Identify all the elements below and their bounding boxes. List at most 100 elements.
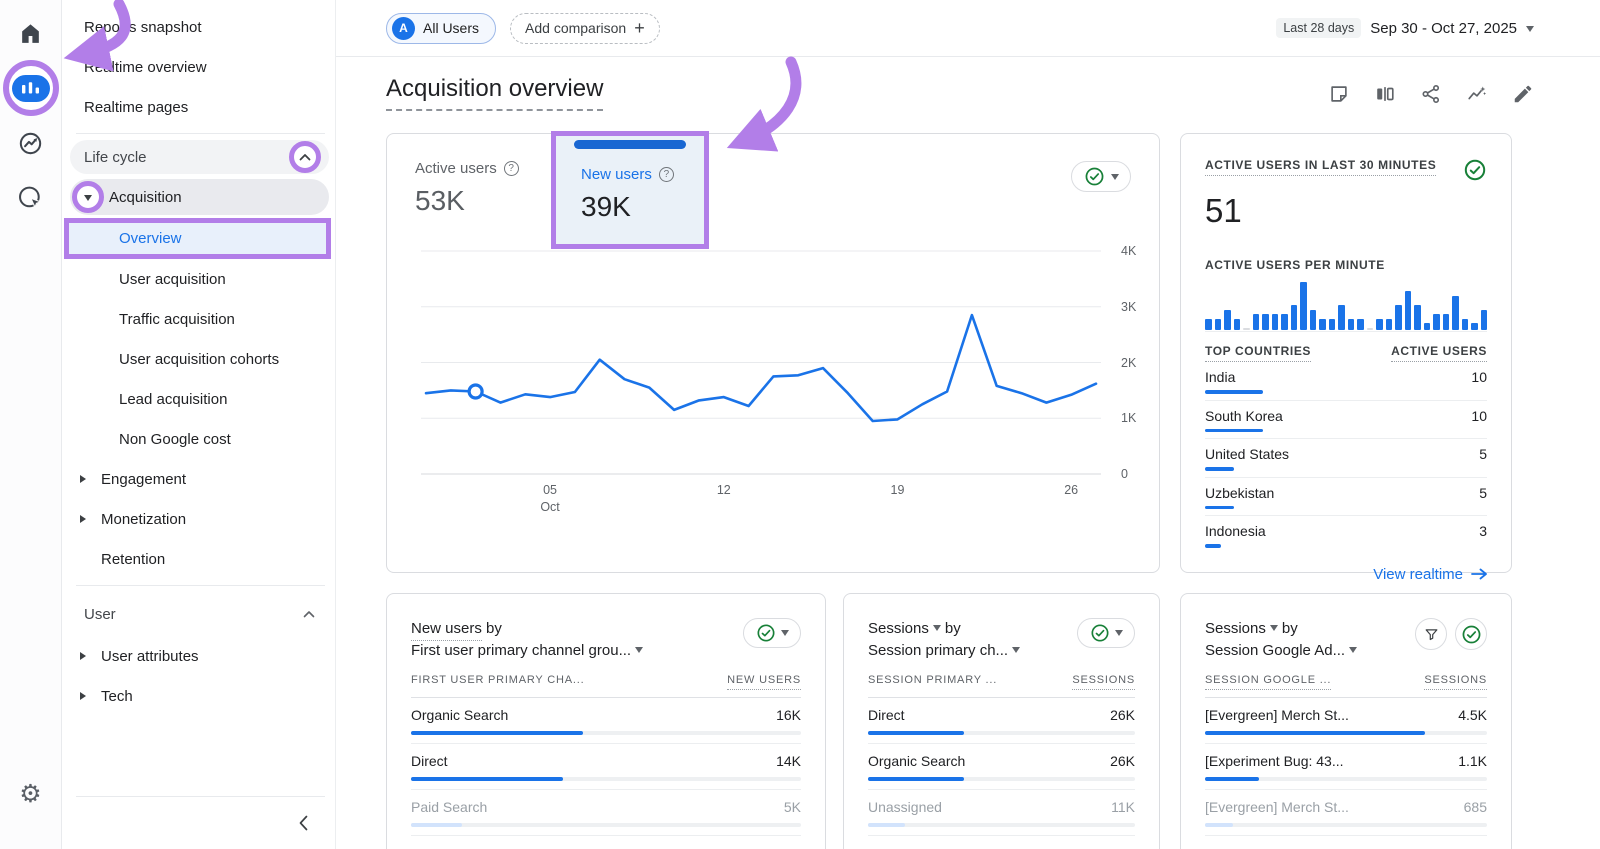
data-quality-button[interactable] [1455,618,1487,650]
annotation-ring-acquisition-caret [72,181,104,213]
all-users-chip[interactable]: A All Users [386,13,496,44]
minute-bar [1281,314,1288,330]
sidebar-item-user-attributes[interactable]: User attributes [62,636,335,676]
metric-dropdown[interactable]: Sessions by [868,618,1020,640]
ga4-app: ⚙ Reports snapshot Realtime overview Rea… [0,0,1600,849]
data-quality-menu[interactable] [743,618,801,648]
table-row: Organic Search26K [868,744,1135,790]
minute-bar [1300,282,1307,330]
y-axis-tick: 4K [1121,244,1136,258]
share-icon[interactable] [1420,83,1442,105]
date-range-picker[interactable]: Last 28 days Sep 30 - Oct 27, 2025 [1276,18,1534,38]
sidebar-item-monetization[interactable]: Monetization [62,499,335,539]
check-circle-icon [1090,623,1110,643]
dimension-dropdown[interactable]: First user primary channel grou... [411,640,643,662]
users-trend-card: Active users ? 53K New users ? 39K [386,133,1160,573]
sidebar-item-reports-snapshot[interactable]: Reports snapshot [62,7,335,47]
sidebar-item-lead-acquisition[interactable]: Lead acquisition [62,379,335,419]
new-users-value: 39K [581,191,674,223]
minute-bar [1452,296,1459,330]
main-content: A All Users Add comparison + Last 28 day… [336,0,1600,849]
check-circle-icon[interactable] [1463,158,1487,182]
metric-dropdown[interactable]: Sessions by [1205,618,1357,640]
sidebar-item-overview-selected[interactable]: Overview [64,218,331,259]
chevron-up-icon[interactable] [299,153,311,161]
table-row: Direct26K [868,698,1135,744]
country-bar [1205,467,1234,471]
tab-new-users[interactable]: New users ? 39K [581,166,674,223]
minute-bar [1291,305,1298,330]
selected-tab-indicator [574,140,686,149]
sidebar-section-life-cycle[interactable]: Life cycle [70,140,329,174]
caret-down-icon [1270,625,1278,635]
table-row: Organic Search16K [411,698,801,744]
data-quality-menu[interactable] [1077,618,1135,648]
value-bar [411,731,583,735]
home-icon[interactable] [16,18,46,48]
card-sessions-by-channel: Sessions by Session primary ch... [843,593,1160,849]
dimension-dropdown[interactable]: Session Google Ad... [1205,640,1357,662]
sidebar-section-user[interactable]: User [62,592,335,636]
filter-button[interactable] [1415,618,1447,650]
sidebar-item-non-google-cost[interactable]: Non Google cost [62,419,335,459]
sidebar-item-user-acquisition-cohorts[interactable]: User acquisition cohorts [62,339,335,379]
minute-bar [1462,319,1469,330]
edit-pencil-icon[interactable] [1512,83,1534,105]
help-icon[interactable]: ? [659,167,674,182]
realtime-title: ACTIVE USERS IN LAST 30 MINUTES [1205,158,1436,176]
country-row: United States5 [1205,439,1487,478]
minute-bar [1310,310,1317,330]
insights-icon[interactable] [1466,83,1488,105]
minute-bar [1253,314,1260,330]
sidebar-item-realtime-pages[interactable]: Realtime pages [62,87,335,127]
table-row: [Evergreen] Merch St...4.5K [1205,698,1487,744]
reports-sidebar: Reports snapshot Realtime overview Realt… [62,0,336,849]
page-title: Acquisition overview [386,75,603,111]
card-sessions-by-google-ads: Sessions by Session Google Ad... [1180,593,1512,849]
value-bar [1205,823,1233,827]
tab-active-users[interactable]: Active users ? 53K [415,160,519,217]
annotation-ring-reports [3,60,59,116]
realtime-card: ACTIVE USERS IN LAST 30 MINUTES 51 ACTIV… [1180,133,1512,573]
sidebar-item-acquisition[interactable]: Acquisition [70,179,329,215]
minute-bar [1376,319,1383,330]
plus-icon: + [634,19,645,37]
sidebar-item-engagement[interactable]: Engagement [62,459,335,499]
add-comparison-button[interactable]: Add comparison + [510,13,660,44]
metric-column-header: NEW USERS [727,674,801,690]
dimension-column-header: SESSION GOOGLE ... [1205,674,1331,690]
view-realtime-link[interactable]: View realtime [1205,566,1487,583]
per-minute-label: ACTIVE USERS PER MINUTE [1205,258,1487,272]
sidebar-item-retention[interactable]: Retention [62,539,335,579]
compare-panels-icon[interactable] [1374,83,1396,105]
y-axis-tick: 2K [1121,356,1136,370]
data-quality-menu[interactable] [1071,161,1131,192]
caret-down-icon[interactable] [84,195,92,205]
value-bar [411,823,462,827]
sidebar-item-tech[interactable]: Tech [62,676,335,716]
collapse-sidebar-icon[interactable] [298,815,309,831]
notes-icon[interactable] [1328,83,1350,105]
country-row: Indonesia3 [1205,516,1487,554]
sidebar-divider [76,796,325,797]
minute-bar [1224,310,1231,330]
sidebar-item-user-acquisition[interactable]: User acquisition [62,259,335,299]
minute-bar [1338,305,1345,330]
advertising-icon[interactable] [16,182,46,212]
minute-bar [1319,319,1326,330]
explore-icon[interactable] [16,128,46,158]
reports-icon[interactable] [12,75,50,102]
sidebar-item-traffic-acquisition[interactable]: Traffic acquisition [62,299,335,339]
dimension-dropdown[interactable]: Session primary ch... [868,640,1020,662]
y-axis-tick: 1K [1121,411,1136,425]
settings-gear-icon[interactable]: ⚙ [16,779,46,809]
caret-down-icon [635,647,643,657]
help-icon[interactable]: ? [504,161,519,176]
active-users-value: 53K [415,185,519,217]
country-bar [1205,429,1263,433]
sidebar-item-realtime-overview[interactable]: Realtime overview [62,47,335,87]
check-circle-icon [1084,166,1105,187]
country-row: Uzbekistan5 [1205,478,1487,517]
country-bar [1205,544,1221,548]
x-axis-tick: 05Oct [540,482,559,516]
